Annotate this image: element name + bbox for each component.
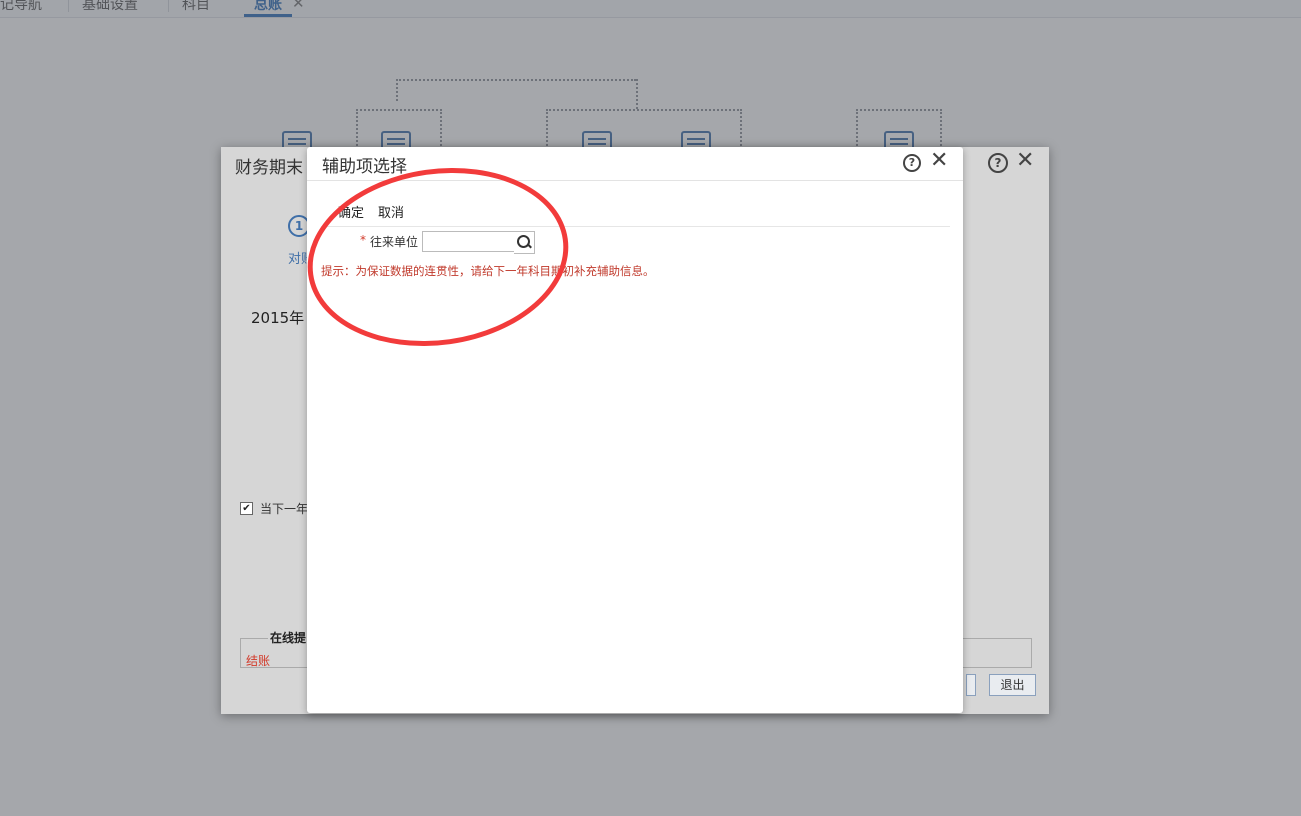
hint-text: 提示：为保证数据的连贯性，请给下一年科目期初补充辅助信息。 [321, 264, 655, 278]
partner-unit-label: 往来单位 [370, 235, 419, 249]
close-icon[interactable]: ✕ [1016, 148, 1034, 173]
cancel-button[interactable]: 取消 [378, 202, 404, 221]
toolbar-divider [321, 226, 950, 227]
checkbox-label: 当下一年 [260, 502, 309, 516]
auxiliary-selection-dialog: 辅助项选择 ? ✕ 确定 取消 * 往来单位 提示：为保证数据的连贯性，请给下一… [307, 147, 963, 713]
partner-unit-input[interactable] [422, 231, 519, 252]
exit-button[interactable]: 退出 [989, 674, 1036, 696]
hidden-button-edge[interactable] [966, 674, 976, 696]
online-hint-legend: 在线提 [268, 629, 309, 646]
dialog-header: 辅助项选择 ? ✕ [307, 147, 963, 181]
dialog-title: 财务期末 [235, 158, 303, 178]
online-hint-item[interactable]: 结账 [246, 652, 270, 669]
dialog-title: 辅助项选择 [322, 157, 407, 177]
question-icon[interactable]: ? [988, 153, 1008, 173]
close-icon[interactable]: ✕ [930, 148, 948, 173]
year-text: 2015年 [251, 309, 305, 327]
confirm-button[interactable]: 确定 [338, 202, 364, 221]
search-icon[interactable] [514, 231, 535, 254]
question-icon[interactable]: ? [903, 154, 921, 172]
search-icon-handle [527, 243, 532, 249]
checkbox-checked-icon[interactable]: ✔ [240, 502, 253, 515]
required-mark: * [360, 233, 366, 247]
